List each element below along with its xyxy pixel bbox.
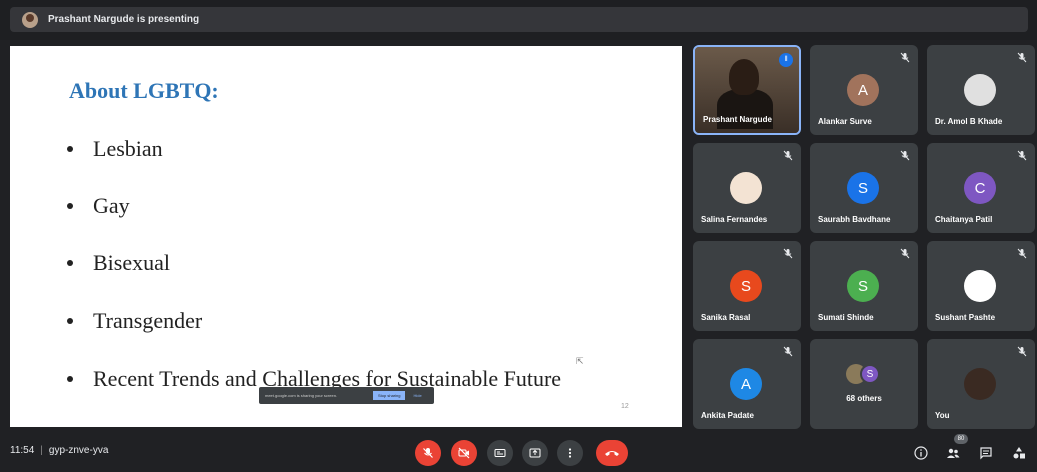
present-icon — [529, 448, 541, 458]
presenter-avatar — [22, 11, 38, 28]
screen-share-bar: meet.google.com is sharing your screen. … — [259, 387, 434, 404]
participant-tile[interactable]: S 68 others — [810, 339, 918, 429]
slide-title: About LGBTQ: — [69, 78, 219, 103]
meeting-info: 11:54 | gyp-znve-yva — [10, 445, 108, 456]
participant-tile[interactable]: Dr. Amol B Khade — [927, 45, 1035, 135]
avatar: A — [730, 368, 762, 400]
stop-sharing-button[interactable]: Stop sharing — [373, 391, 406, 400]
participant-tile[interactable]: Salina Fernandes — [693, 143, 801, 233]
captions-button[interactable] — [487, 440, 513, 466]
mic-off-icon — [423, 448, 433, 458]
avatar: S — [730, 270, 762, 302]
bullet-item: Lesbian — [67, 136, 163, 162]
camera-toggle-button[interactable] — [451, 440, 477, 466]
others-count: 68 others — [846, 394, 882, 403]
info-icon — [914, 446, 928, 460]
mic-muted-icon — [900, 52, 910, 63]
participant-tile[interactable]: Sushant Pashte — [927, 241, 1035, 331]
avatar: S — [860, 364, 880, 384]
participant-tile[interactable]: A Ankita Padate — [693, 339, 801, 429]
participant-name: Salina Fernandes — [701, 215, 768, 224]
avatar: C — [964, 172, 996, 204]
participant-tile[interactable]: S Sumati Shinde — [810, 241, 918, 331]
participant-name: Chaitanya Patil — [935, 215, 993, 224]
bullet-dot — [67, 376, 73, 382]
bullet-dot — [67, 260, 73, 266]
mic-muted-icon — [1017, 346, 1027, 357]
participant-tile[interactable]: S Saurabh Bavdhane — [810, 143, 918, 233]
mouse-cursor-icon: ⇱ — [576, 356, 584, 366]
mic-muted-icon — [900, 248, 910, 259]
mic-muted-icon — [783, 346, 793, 357]
avatar: S — [847, 172, 879, 204]
bullet-item: Bisexual — [67, 250, 170, 276]
bottom-bar: 11:54 | gyp-znve-yva 80 — [0, 432, 1037, 472]
mic-muted-icon — [1017, 248, 1027, 259]
more-vert-icon — [568, 448, 572, 458]
mic-muted-icon — [783, 248, 793, 259]
video-person-head — [729, 59, 759, 95]
participant-name: Ankita Padate — [701, 411, 754, 420]
meeting-code: gyp-znve-yva — [48, 445, 109, 456]
meeting-details-button[interactable] — [912, 444, 930, 462]
mic-muted-icon — [1017, 52, 1027, 63]
more-options-button[interactable] — [557, 440, 583, 466]
others-avatars: S — [846, 364, 886, 386]
participant-name: Sumati Shinde — [818, 313, 874, 322]
participant-count-badge: 80 — [954, 434, 968, 444]
share-bar-text: meet.google.com is sharing your screen. — [265, 393, 338, 398]
participant-name: You — [935, 411, 950, 420]
bullet-dot — [67, 146, 73, 152]
captions-icon — [494, 449, 506, 457]
avatar — [730, 172, 762, 204]
participant-tile[interactable]: C Chaitanya Patil — [927, 143, 1035, 233]
clock-time: 11:54 — [10, 445, 35, 456]
participant-name: Alankar Surve — [818, 117, 872, 126]
leave-call-button[interactable] — [596, 440, 628, 466]
mic-muted-icon — [1017, 150, 1027, 161]
camera-off-icon — [458, 447, 470, 459]
participant-tile[interactable]: ⦀ Prashant Nargude — [693, 45, 801, 135]
participant-name: Prashant Nargude — [703, 115, 772, 124]
participant-tile[interactable]: S Sanika Rasal — [693, 241, 801, 331]
microphone-toggle-button[interactable] — [415, 440, 441, 466]
mic-muted-icon — [900, 150, 910, 161]
mic-muted-icon — [783, 150, 793, 161]
speaking-indicator-icon: ⦀ — [779, 53, 793, 67]
chat-icon — [980, 447, 992, 460]
avatar: S — [847, 270, 879, 302]
show-everyone-button[interactable] — [944, 444, 962, 462]
avatar — [964, 368, 996, 400]
bullet-item: Gay — [67, 193, 130, 219]
participant-tile[interactable]: A Alankar Surve — [810, 45, 918, 135]
participant-name: Dr. Amol B Khade — [935, 117, 1003, 126]
presenting-banner: Prashant Nargude is presenting — [10, 7, 1028, 32]
participant-tile[interactable]: You — [927, 339, 1035, 429]
activities-button[interactable] — [1010, 444, 1028, 462]
slide-page-number: 12 — [621, 403, 629, 410]
top-bar: Prashant Nargude is presenting — [0, 0, 1037, 40]
participant-name: Saurabh Bavdhane — [818, 215, 891, 224]
bullet-dot — [67, 203, 73, 209]
avatar: A — [847, 74, 879, 106]
participant-name: Sushant Pashte — [935, 313, 996, 322]
participant-name: Sanika Rasal — [701, 313, 751, 322]
chat-button[interactable] — [977, 444, 995, 462]
bullet-item: Transgender — [67, 308, 202, 334]
avatar — [964, 270, 996, 302]
avatar — [964, 74, 996, 106]
activities-icon — [1013, 447, 1025, 459]
hang-up-icon — [605, 451, 619, 456]
present-now-button[interactable] — [522, 440, 548, 466]
shared-slide: About LGBTQ: Lesbian Gay Bisexual Transg… — [10, 46, 682, 427]
divider: | — [40, 445, 43, 456]
bullet-dot — [67, 318, 73, 324]
presenting-text: Prashant Nargude is presenting — [48, 14, 200, 25]
people-icon — [947, 448, 960, 458]
hide-share-bar-button[interactable]: Hide — [413, 393, 421, 398]
